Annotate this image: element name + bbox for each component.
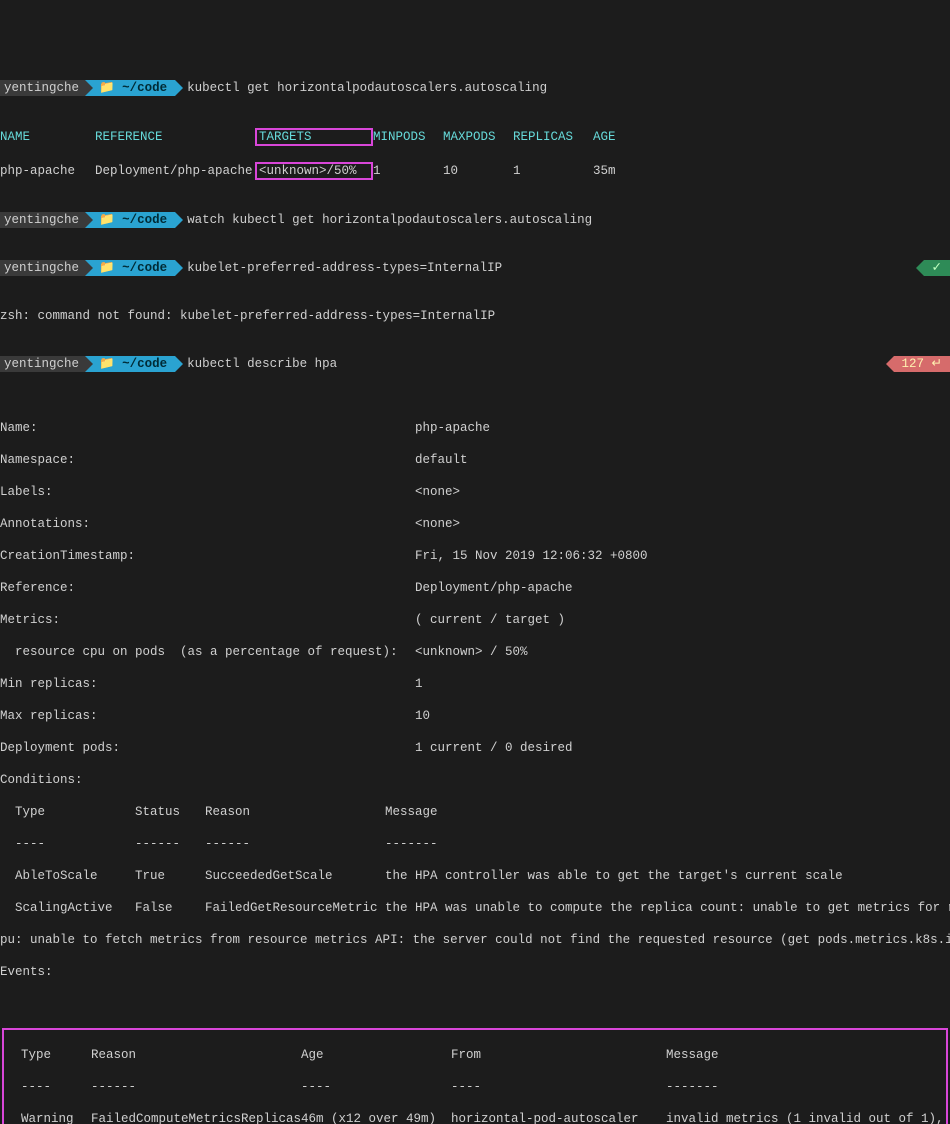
prompt-user: yentingche	[0, 356, 85, 372]
prompt-line-3[interactable]: yentingche 📁 ~/code kubelet-preferred-ad…	[0, 260, 950, 276]
prompt-path: 📁 ~/code	[85, 356, 175, 372]
prompt-path: 📁 ~/code	[85, 212, 175, 228]
prompt-path: 📁 ~/code	[85, 260, 175, 276]
status-ok-icon: ✓	[924, 260, 950, 276]
prompt-line-4[interactable]: yentingche 📁 ~/code kubectl describe hpa…	[0, 356, 950, 372]
hpa-header-targets: TARGETS	[259, 130, 369, 144]
prompt-user: yentingche	[0, 260, 85, 276]
describe-output: Name:php-apache Namespace:default Labels…	[0, 404, 950, 996]
hpa-row-targets: <unknown>/50%	[259, 164, 369, 178]
prompt-user: yentingche	[0, 80, 85, 96]
command-4: kubectl describe hpa	[175, 356, 337, 372]
status-err-badge: 127 ↵	[894, 356, 950, 372]
zsh-error-line: zsh: command not found: kubelet-preferre…	[0, 308, 950, 324]
hpa-data-row: php-apacheDeployment/php-apache<unknown>…	[0, 162, 950, 180]
events-block: TypeReasonAgeFromMessage ---------------…	[2, 1028, 948, 1124]
prompt-path: 📁 ~/code	[85, 80, 175, 96]
prompt-line-1[interactable]: yentingche 📁 ~/code kubectl get horizont…	[0, 80, 950, 96]
hpa-header-row: NAMEREFERENCETARGETSMINPODSMAXPODSREPLIC…	[0, 128, 950, 146]
event-row: WarningFailedComputeMetricsReplicas46m (…	[6, 1111, 944, 1124]
command-2: watch kubectl get horizontalpodautoscale…	[175, 212, 592, 228]
prompt-user: yentingche	[0, 212, 85, 228]
command-1: kubectl get horizontalpodautoscalers.aut…	[175, 80, 547, 96]
prompt-line-2[interactable]: yentingche 📁 ~/code watch kubectl get ho…	[0, 212, 950, 228]
command-3: kubelet-preferred-address-types=Internal…	[175, 260, 502, 276]
